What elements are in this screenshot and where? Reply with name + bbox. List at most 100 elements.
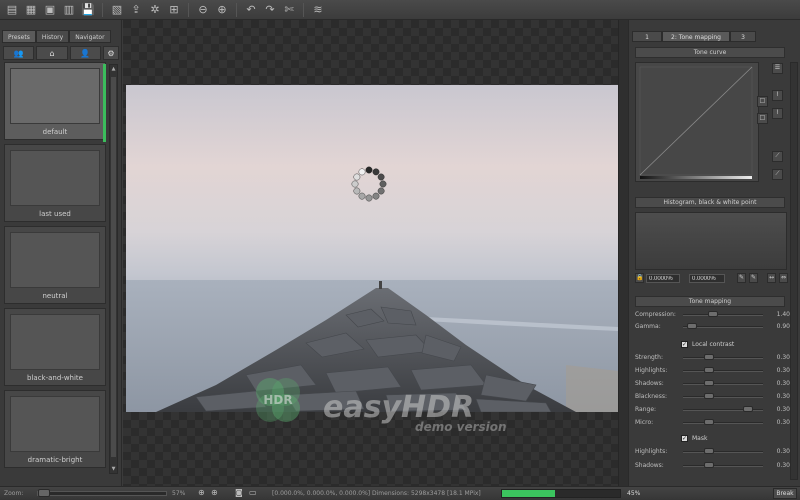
preset-last-used[interactable]: last used [4,144,106,222]
tab-navigator[interactable]: Navigator [69,30,111,43]
zoom-in-icon[interactable]: ⊕ [214,2,230,18]
zoom-fit-icon[interactable]: ⊕ [198,488,205,497]
micro-slider[interactable]: Micro: 0.30 [635,418,790,428]
progress-bar [501,489,621,498]
param-knob[interactable] [704,367,714,373]
param-label: Blackness: [635,393,668,400]
batch-icon[interactable]: ▥ [61,2,77,18]
curve-list-icon[interactable]: ☰ [772,63,783,74]
tab-history[interactable]: History [35,30,70,43]
param-knob[interactable] [704,448,714,454]
settings-icon[interactable]: ✲ [147,2,163,18]
param-knob[interactable] [704,380,714,386]
preset-scrollbar[interactable]: ▲ ▼ [109,64,118,474]
new-file-icon[interactable]: ▤ [4,2,20,18]
save-icon[interactable]: 💾 [80,2,96,18]
export-icon[interactable]: ⇪ [128,2,144,18]
param-knob[interactable] [704,419,714,425]
range-slider[interactable]: Range: 0.30 [635,405,790,415]
open-images-icon[interactable]: ▦ [23,2,39,18]
preset-dramatic-bright[interactable]: dramatic-bright [4,390,106,468]
white-point-picker-icon[interactable]: ✎ [749,273,758,283]
param-knob[interactable] [704,393,714,399]
curve-preset-2-icon[interactable]: ⌇ [772,108,783,119]
preset-black-and-white[interactable]: black-and-white [4,308,106,386]
curve-reset-icon[interactable]: ⟋ [772,169,783,180]
gamma-knob[interactable] [686,323,697,329]
redo-icon[interactable]: ↷ [262,2,278,18]
zoom-out-icon[interactable]: ⊖ [195,2,211,18]
strength-slider[interactable]: Strength: 0.30 [635,353,790,363]
zoom-slider-track[interactable] [37,491,167,496]
param-knob[interactable] [742,406,753,412]
tab-tone-mapping[interactable]: 2: Tone mapping [662,31,730,42]
expand-icon[interactable]: ↔ [767,273,776,283]
tab-presets[interactable]: Presets [2,30,36,43]
param-track[interactable] [683,422,763,424]
compression-knob[interactable] [707,311,718,317]
tab-step-1[interactable]: 1 [632,31,662,42]
tone-curve-editor[interactable] [635,62,759,182]
resize-icon[interactable]: ⊞ [166,2,182,18]
histogram-header: Histogram, black & white point [635,197,785,208]
param-track[interactable] [683,370,763,372]
home-preset-button[interactable]: ⌂ [36,46,68,60]
main-toolbar: ▤ ▦ ▣ ▥ 💾 ▧ ⇪ ✲ ⊞ ⊖ ⊕ ↶ ↷ ✄ ≋ [0,0,800,20]
param-knob[interactable] [704,462,714,468]
settings-scrollbar[interactable] [790,62,798,480]
open-hdr-icon[interactable]: ▣ [42,2,58,18]
zoom-slider-knob[interactable] [38,489,50,497]
mask-toggle[interactable]: ✓ Mask [681,433,707,443]
preset-default[interactable]: default [4,62,106,140]
param-track[interactable] [683,451,763,453]
blackness-slider[interactable]: Blackness: 0.30 [635,392,790,402]
mask-shadows-slider[interactable]: Shadows: 0.30 [635,461,790,471]
crop-icon[interactable]: ✄ [281,2,297,18]
param-value: 0.30 [776,448,790,455]
curve-edit-button[interactable]: □ [757,113,768,124]
scrollbar-thumb[interactable] [111,77,116,457]
canvas-scrollbar[interactable] [618,20,628,486]
collapse-icon[interactable]: ⇔ [779,273,788,283]
param-value: 0.30 [776,406,790,413]
curve-linear-icon[interactable]: ⟋ [772,151,783,162]
param-track[interactable] [683,383,763,385]
highlights-slider[interactable]: Highlights: 0.30 [635,366,790,376]
layers-icon[interactable]: ≋ [310,2,326,18]
black-point-field[interactable] [646,274,680,283]
compression-slider[interactable]: Compression: 1.40 [635,310,790,320]
mask-highlights-slider[interactable]: Highlights: 0.30 [635,447,790,457]
param-track[interactable] [683,465,763,467]
group-presets-button[interactable]: 👥 [3,46,35,60]
undo-icon[interactable]: ↶ [243,2,259,18]
curve-preset-1-icon[interactable]: ⌇ [772,90,783,101]
zoom-actual-icon[interactable]: ⊕ [211,488,218,497]
camera-icon[interactable]: ◙ [235,488,243,497]
zoom-value: 57% [172,490,186,497]
black-point-picker-icon[interactable]: ✎ [737,273,746,283]
scroll-down-icon[interactable]: ▼ [110,466,117,472]
local-contrast-checkbox[interactable]: ✓ [681,340,688,348]
param-value: 0.30 [776,462,790,469]
preset-settings-button[interactable]: ⚙ [102,46,119,60]
param-track[interactable] [683,357,763,359]
gamma-slider[interactable]: Gamma: 0.90 [635,322,790,332]
monitor-icon[interactable]: ▭ [249,488,257,497]
save-as-icon[interactable]: ▧ [109,2,125,18]
curve-zoom-button[interactable]: □ [757,96,768,107]
break-button[interactable]: Break [773,488,797,499]
preset-neutral[interactable]: neutral [4,226,106,304]
tab-step-3[interactable]: 3 [730,31,756,42]
param-knob[interactable] [704,354,714,360]
local-contrast-toggle[interactable]: ✓ Local contrast [681,339,734,349]
image-canvas[interactable]: HDR easyHDR demo version [123,20,628,486]
compression-track[interactable] [683,314,763,316]
mask-checkbox[interactable]: ✓ [681,434,688,442]
lock-icon[interactable]: 🔒 [635,273,644,283]
scroll-up-icon[interactable]: ▲ [110,66,117,72]
param-track[interactable] [683,396,763,398]
shadows-slider[interactable]: Shadows: 0.30 [635,379,790,389]
preset-thumbnail [10,150,100,206]
user-preset-button[interactable]: 👤 [69,46,101,60]
white-point-field[interactable] [689,274,725,283]
